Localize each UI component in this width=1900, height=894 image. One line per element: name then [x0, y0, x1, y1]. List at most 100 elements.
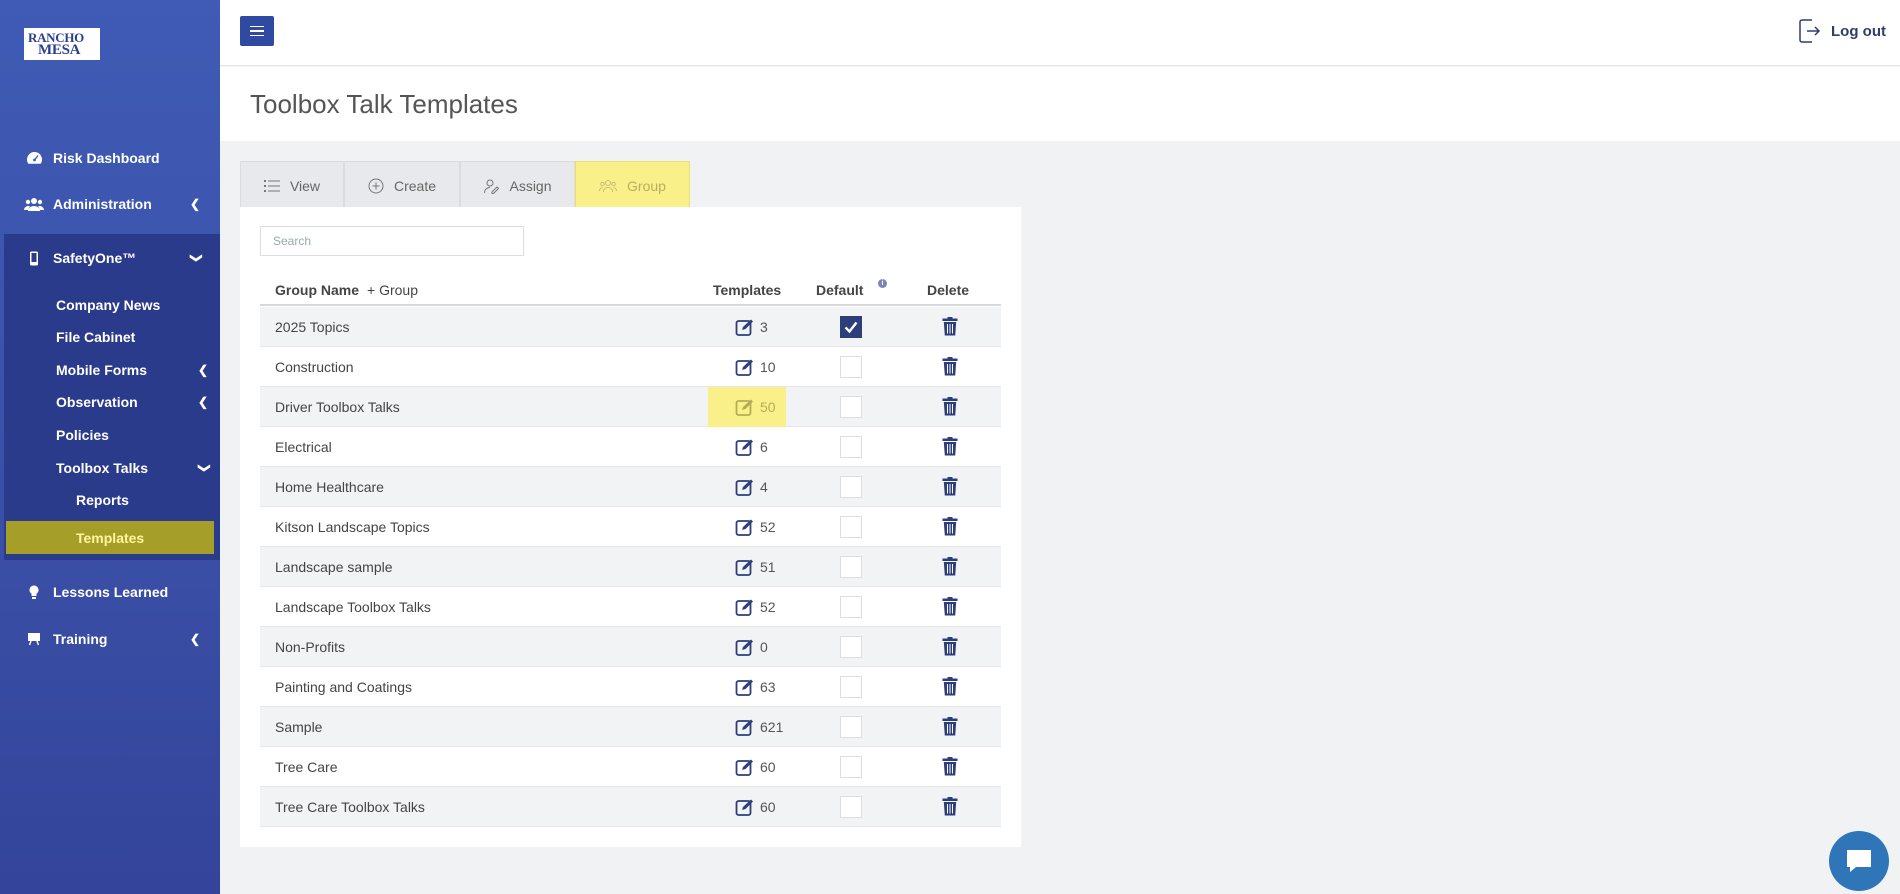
top-bar: Log out	[220, 0, 1900, 66]
default-checkbox[interactable]	[840, 356, 862, 378]
edit-icon	[735, 759, 753, 776]
edit-templates-button[interactable]: 621	[735, 715, 783, 739]
logout-button[interactable]: Log out	[1799, 18, 1886, 44]
default-checkbox[interactable]	[840, 556, 862, 578]
add-group-button[interactable]: + Group	[367, 282, 418, 298]
sidebar-item-risk-dashboard[interactable]: Risk Dashboard	[0, 138, 220, 178]
assign-user-icon	[483, 178, 500, 194]
group-name: Tree Care	[275, 759, 338, 775]
sidebar-item-label: Company News	[56, 297, 161, 313]
tab-create[interactable]: Create	[344, 161, 460, 209]
table-row: Landscape sample 51	[260, 547, 1001, 587]
delete-group-button[interactable]	[942, 317, 958, 339]
trash-icon	[942, 397, 958, 416]
edit-templates-button[interactable]: 50	[708, 387, 786, 427]
sidebar-item-label: Policies	[56, 427, 109, 443]
chevron-down-icon: ❮	[187, 252, 202, 264]
column-header-delete: Delete	[927, 282, 970, 298]
sidebar-item-observation[interactable]: Observation ❮	[56, 390, 216, 414]
table-row: Painting and Coatings 63	[260, 667, 1001, 707]
tab-label: Create	[393, 177, 437, 194]
edit-templates-button[interactable]: 52	[735, 595, 776, 619]
edit-templates-button[interactable]: 60	[735, 795, 776, 819]
sidebar-item-policies[interactable]: Policies	[56, 423, 216, 447]
delete-group-button[interactable]	[942, 557, 958, 579]
sidebar-item-training[interactable]: Training ❮	[0, 619, 220, 659]
sidebar-item-lessons-learned[interactable]: Lessons Learned	[0, 572, 220, 612]
gauge-icon	[24, 151, 44, 165]
tab-view[interactable]: View	[240, 161, 344, 209]
edit-templates-button[interactable]: 10	[735, 355, 776, 379]
edit-templates-button[interactable]: 60	[735, 755, 776, 779]
sidebar-item-company-news[interactable]: Company News	[56, 293, 216, 317]
tab-group[interactable]: Group	[575, 161, 690, 209]
group-name: 2025 Topics	[275, 319, 350, 335]
chevron-down-icon: ❮	[195, 462, 210, 474]
delete-group-button[interactable]	[942, 437, 958, 459]
chevron-left-icon: ❮	[189, 632, 200, 646]
search-input[interactable]	[260, 226, 524, 256]
chat-button[interactable]	[1829, 831, 1889, 891]
sidebar-item-templates[interactable]: Templates	[6, 521, 214, 554]
delete-group-button[interactable]	[942, 637, 958, 659]
delete-group-button[interactable]	[942, 597, 958, 619]
template-count: 63	[760, 679, 776, 695]
users-icon	[24, 197, 44, 212]
hamburger-icon	[250, 30, 264, 32]
sidebar-item-administration[interactable]: Administration ❮	[0, 184, 220, 224]
edit-templates-button[interactable]: 51	[735, 555, 776, 579]
edit-templates-button[interactable]: 63	[735, 675, 776, 699]
edit-templates-button[interactable]: 0	[735, 635, 768, 659]
default-checkbox[interactable]	[840, 516, 862, 538]
table-row: Landscape Toolbox Talks 52	[260, 587, 1001, 627]
group-name: Landscape Toolbox Talks	[275, 599, 431, 615]
default-checkbox[interactable]	[840, 716, 862, 738]
edit-icon	[735, 599, 753, 616]
edit-templates-button[interactable]: 3	[735, 315, 768, 339]
group-name: Painting and Coatings	[275, 679, 412, 695]
trash-icon	[942, 677, 958, 696]
delete-group-button[interactable]	[942, 797, 958, 819]
sidebar-item-toolbox-talks[interactable]: Toolbox Talks ❮	[56, 456, 216, 480]
logo-line2: MESA	[38, 42, 81, 58]
sidebar-item-safetyone[interactable]: SafetyOne™ ❮	[0, 238, 220, 278]
sidebar-item-file-cabinet[interactable]: File Cabinet	[56, 325, 216, 349]
default-checkbox[interactable]	[840, 796, 862, 818]
menu-toggle-button[interactable]	[240, 16, 274, 46]
edit-templates-button[interactable]: 6	[735, 435, 768, 459]
delete-group-button[interactable]	[942, 717, 958, 739]
default-checkbox[interactable]	[840, 636, 862, 658]
trash-icon	[942, 317, 958, 336]
trash-icon	[942, 717, 958, 736]
trash-icon	[942, 757, 958, 776]
company-logo[interactable]: RANCHO MESA	[24, 28, 100, 60]
mobile-icon	[24, 251, 44, 266]
template-count: 4	[760, 479, 768, 495]
delete-group-button[interactable]	[942, 517, 958, 539]
sidebar-item-mobile-forms[interactable]: Mobile Forms ❮	[56, 358, 216, 382]
info-icon[interactable]: i	[878, 279, 887, 288]
edit-templates-button[interactable]: 4	[735, 475, 768, 499]
column-header-templates: Templates	[713, 282, 782, 298]
delete-group-button[interactable]	[942, 357, 958, 379]
delete-group-button[interactable]	[942, 397, 958, 419]
edit-icon	[735, 639, 753, 656]
default-checkbox[interactable]	[840, 436, 862, 458]
edit-templates-button[interactable]: 52	[735, 515, 776, 539]
trash-icon	[942, 797, 958, 816]
template-count: 50	[760, 399, 776, 415]
delete-group-button[interactable]	[942, 757, 958, 779]
delete-group-button[interactable]	[942, 677, 958, 699]
default-checkbox[interactable]	[840, 316, 862, 338]
default-checkbox[interactable]	[840, 396, 862, 418]
default-checkbox[interactable]	[840, 676, 862, 698]
tab-assign[interactable]: Assign	[460, 161, 575, 209]
default-checkbox[interactable]	[840, 756, 862, 778]
default-checkbox[interactable]	[840, 596, 862, 618]
default-checkbox[interactable]	[840, 476, 862, 498]
sidebar-item-label: Mobile Forms	[56, 362, 148, 378]
sidebar-item-reports[interactable]: Reports	[76, 488, 236, 512]
delete-group-button[interactable]	[942, 477, 958, 499]
chevron-left-icon: ❮	[197, 363, 208, 377]
trash-icon	[942, 517, 958, 536]
